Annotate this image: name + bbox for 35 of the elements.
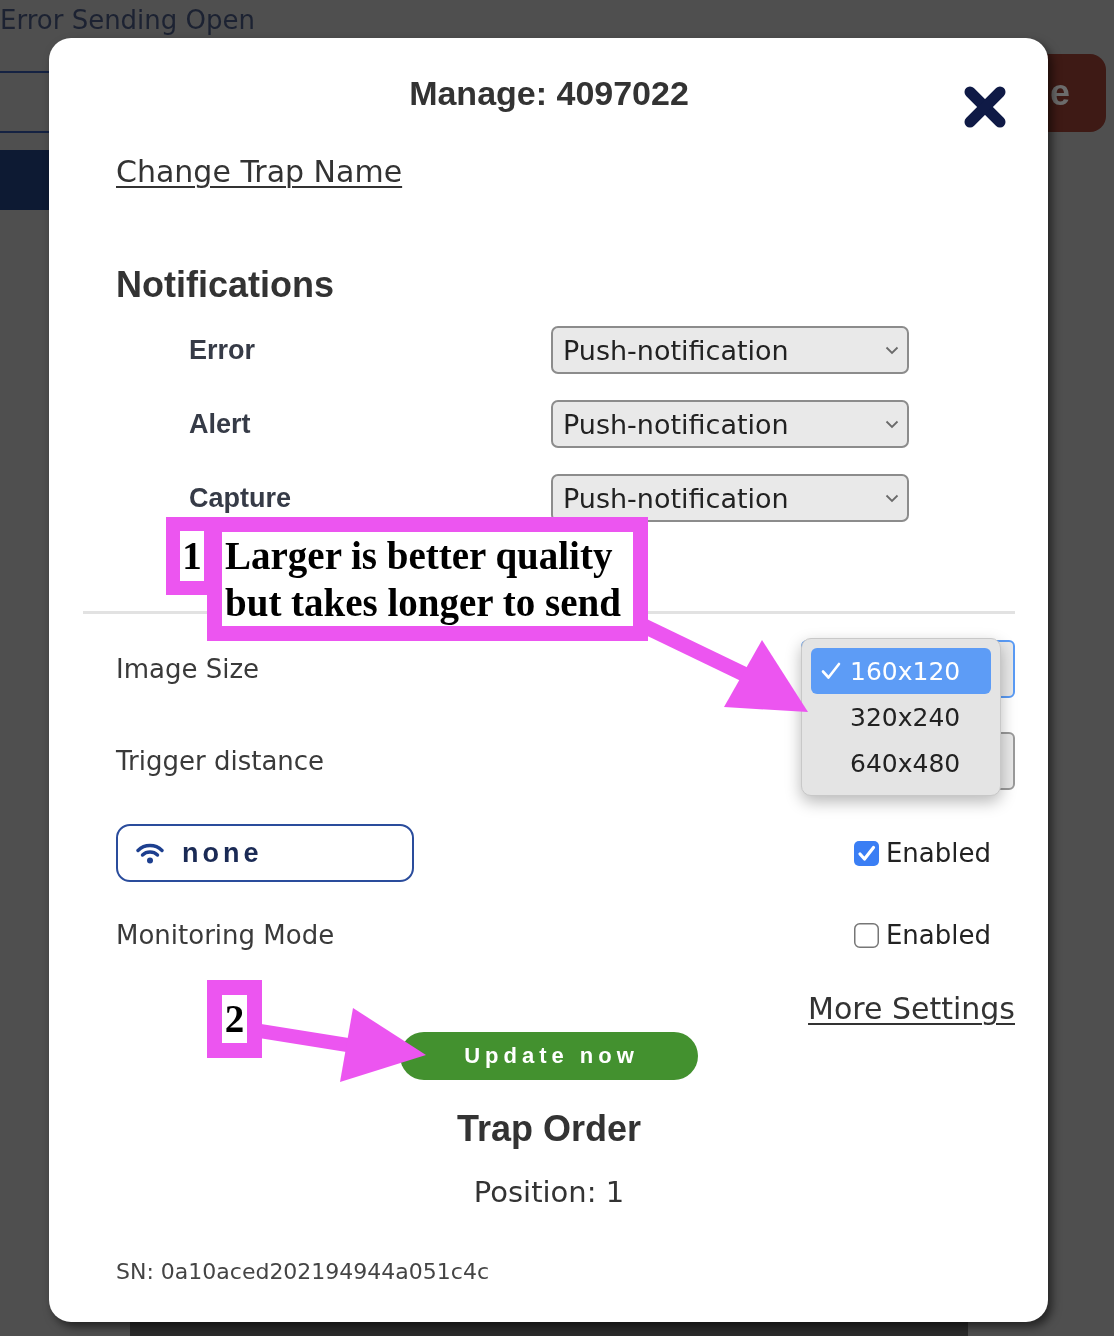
section-heading: Trap Order: [456, 1108, 642, 1150]
setting-label: Trigger distance: [116, 745, 325, 777]
more-settings-link[interactable]: More Settings: [808, 991, 1015, 1027]
wifi-button[interactable]: none: [116, 824, 414, 882]
modal-title: Manage: 4097022: [409, 73, 689, 113]
chevron-icon: [885, 345, 899, 355]
close-button[interactable]: [964, 86, 1006, 128]
update-button[interactable]: Update now: [400, 1032, 698, 1080]
setting-label: Image Size: [116, 653, 260, 685]
dropdown-option[interactable]: 320x240: [811, 694, 991, 740]
notification-select[interactable]: Push-notification: [551, 474, 909, 522]
checkbox[interactable]: [853, 922, 879, 948]
chevron-icon: [885, 493, 899, 503]
notification-label: Capture: [189, 482, 291, 514]
checkbox-label[interactable]: Enabled: [885, 837, 991, 869]
position-text: Position: 1: [473, 1174, 625, 1210]
annotation-callout: Larger is better quality but takes longer to send: [207, 517, 648, 641]
serial-number: SN: 0a10aced202194944a051c4c: [116, 1258, 489, 1286]
change-name-link[interactable]: Change Trap Name: [116, 154, 403, 190]
chevron-icon: [885, 419, 899, 429]
dropdown-option[interactable]: 640x480: [811, 740, 991, 786]
section-heading: Notifications: [116, 264, 334, 306]
annotation-badge: 1: [166, 517, 208, 595]
annotation-badge: 2: [207, 980, 262, 1058]
wifi-icon: [136, 842, 164, 864]
check-icon: [821, 662, 841, 680]
close-icon: [964, 86, 1006, 128]
notification-label: Error: [189, 334, 256, 366]
checkbox[interactable]: [853, 840, 879, 866]
checkbox-label[interactable]: Enabled: [885, 919, 991, 951]
notification-select[interactable]: Push-notification: [551, 400, 909, 448]
notification-select[interactable]: Push-notification: [551, 326, 909, 374]
background-bar: [0, 150, 49, 210]
notification-label: Alert: [189, 408, 251, 440]
setting-label: Monitoring Mode: [116, 919, 335, 951]
